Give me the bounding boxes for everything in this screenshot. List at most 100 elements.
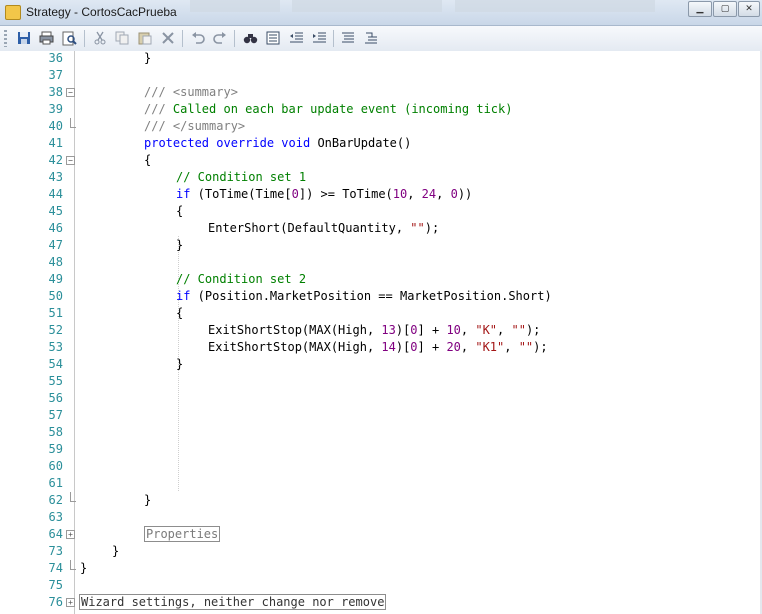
code-line-44: 44 if (ToTime(Time[0]) >= ToTime(10, 24,… <box>0 186 760 203</box>
line-number: 58 <box>48 425 63 439</box>
line-number: 53 <box>48 340 63 354</box>
line-number: 44 <box>48 187 63 201</box>
comment-icon[interactable] <box>340 30 356 46</box>
line-number: 56 <box>48 391 63 405</box>
line-number: 47 <box>48 238 63 252</box>
minimize-button[interactable]: ▁ <box>688 1 712 17</box>
code-line-36: 36 } <box>0 50 760 67</box>
toolbar-grip[interactable] <box>4 30 7 47</box>
code-text: /// Called on each bar update event (inc… <box>144 102 513 116</box>
maximize-button[interactable]: ▢ <box>713 1 737 17</box>
line-number: 60 <box>48 459 63 473</box>
title-bar: Strategy - CortosCacPrueba ▁ ▢ ✕ <box>0 0 762 26</box>
code-line-57: 57 <box>0 407 760 424</box>
code-line-76: 76 + Wizard settings, neither change nor… <box>0 594 760 611</box>
code-line-41: 41 protected override void OnBarUpdate() <box>0 135 760 152</box>
window-title: Strategy - CortosCacPrueba <box>26 5 177 19</box>
code-text: Properties <box>144 526 221 543</box>
uncomment-icon[interactable] <box>363 30 379 46</box>
code-line-48: 48 <box>0 254 760 271</box>
code-line-64: 64 + Properties <box>0 526 760 543</box>
code-text: EnterShort(DefaultQuantity, ""); <box>208 221 440 235</box>
toolbar-separator <box>234 30 235 47</box>
line-number: 61 <box>48 476 63 490</box>
expand-toggle[interactable]: + <box>66 598 75 607</box>
line-number: 38 <box>48 85 63 99</box>
collapsed-region-wizard-settings[interactable]: Wizard settings, neither change nor remo… <box>79 594 387 610</box>
background-window-fragment <box>292 0 442 12</box>
code-text: { <box>176 204 184 218</box>
line-number: 75 <box>48 578 63 592</box>
find-icon[interactable] <box>242 30 258 46</box>
code-text: } <box>176 357 184 371</box>
background-window-fragment <box>190 0 280 12</box>
line-number: 76 <box>48 595 63 609</box>
code-text: ExitShortStop(MAX(High, 13)[0] + 10, "K"… <box>208 323 541 337</box>
code-text: } <box>144 51 152 65</box>
line-number: 45 <box>48 204 63 218</box>
print-icon[interactable] <box>38 30 54 46</box>
line-number: 73 <box>48 544 63 558</box>
fold-end-marker <box>70 492 76 502</box>
code-line-37: 37 <box>0 67 760 84</box>
indent-icon[interactable] <box>311 30 327 46</box>
code-line-53: 53 ExitShortStop(MAX(High, 14)[0] + 20, … <box>0 339 760 356</box>
copy-icon[interactable] <box>114 30 130 46</box>
paste-icon[interactable] <box>137 30 153 46</box>
code-text: protected override void OnBarUpdate() <box>144 136 412 150</box>
print-preview-icon[interactable] <box>61 30 77 46</box>
code-line-63: 63 <box>0 509 760 526</box>
line-number: 50 <box>48 289 63 303</box>
code-line-61: 61 <box>0 475 760 492</box>
collapsed-region-properties[interactable]: Properties <box>144 526 221 542</box>
collapse-toggle[interactable]: − <box>66 88 75 97</box>
code-line-43: 43 // Condition set 1 <box>0 169 760 186</box>
find-replace-icon[interactable] <box>265 30 281 46</box>
redo-icon[interactable] <box>212 30 228 46</box>
code-text: if (ToTime(Time[0]) >= ToTime(10, 24, 0)… <box>176 187 473 201</box>
cut-icon[interactable] <box>92 30 108 46</box>
code-line-60: 60 <box>0 458 760 475</box>
code-line-54: 54 } <box>0 356 760 373</box>
undo-icon[interactable] <box>190 30 206 46</box>
code-line-56: 56 <box>0 390 760 407</box>
line-number: 57 <box>48 408 63 422</box>
close-button[interactable]: ✕ <box>738 1 760 17</box>
code-line-74: 74 } <box>0 560 760 577</box>
collapse-toggle[interactable]: − <box>66 156 75 165</box>
fold-end-marker <box>70 560 76 570</box>
line-number: 64 <box>48 527 63 541</box>
line-number: 52 <box>48 323 63 337</box>
toolbar-separator <box>333 30 334 47</box>
code-line-45: 45 { <box>0 203 760 220</box>
code-line-50: 50 if (Position.MarketPosition == Market… <box>0 288 760 305</box>
line-number: 37 <box>48 68 63 82</box>
line-number: 62 <box>48 493 63 507</box>
code-editor[interactable]: 36 } 37 38 − /// <summary> 39 /// Called… <box>0 51 762 614</box>
code-line-55: 55 <box>0 373 760 390</box>
outdent-icon[interactable] <box>288 30 304 46</box>
code-line-75: 75 <box>0 577 760 594</box>
code-line-39: 39 /// Called on each bar update event (… <box>0 101 760 118</box>
code-text: // Condition set 2 <box>176 272 307 286</box>
save-icon[interactable] <box>16 30 32 46</box>
code-text: Wizard settings, neither change nor remo… <box>79 594 387 611</box>
expand-toggle[interactable]: + <box>66 530 75 539</box>
line-number: 59 <box>48 442 63 456</box>
code-line-38: 38 − /// <summary> <box>0 84 760 101</box>
strategy-app-icon <box>5 5 21 20</box>
code-text: // Condition set 1 <box>176 170 307 184</box>
code-text: { <box>176 306 184 320</box>
code-line-51: 51 { <box>0 305 760 322</box>
line-number: 51 <box>48 306 63 320</box>
line-number: 55 <box>48 374 63 388</box>
code-text: { <box>144 153 152 167</box>
line-number: 48 <box>48 255 63 269</box>
delete-icon[interactable] <box>160 30 176 46</box>
editor-toolbar <box>0 26 762 52</box>
code-line-46: 46 EnterShort(DefaultQuantity, ""); <box>0 220 760 237</box>
line-number: 36 <box>48 51 63 65</box>
line-number: 39 <box>48 102 63 116</box>
code-line-52: 52 ExitShortStop(MAX(High, 13)[0] + 10, … <box>0 322 760 339</box>
code-line-58: 58 <box>0 424 760 441</box>
